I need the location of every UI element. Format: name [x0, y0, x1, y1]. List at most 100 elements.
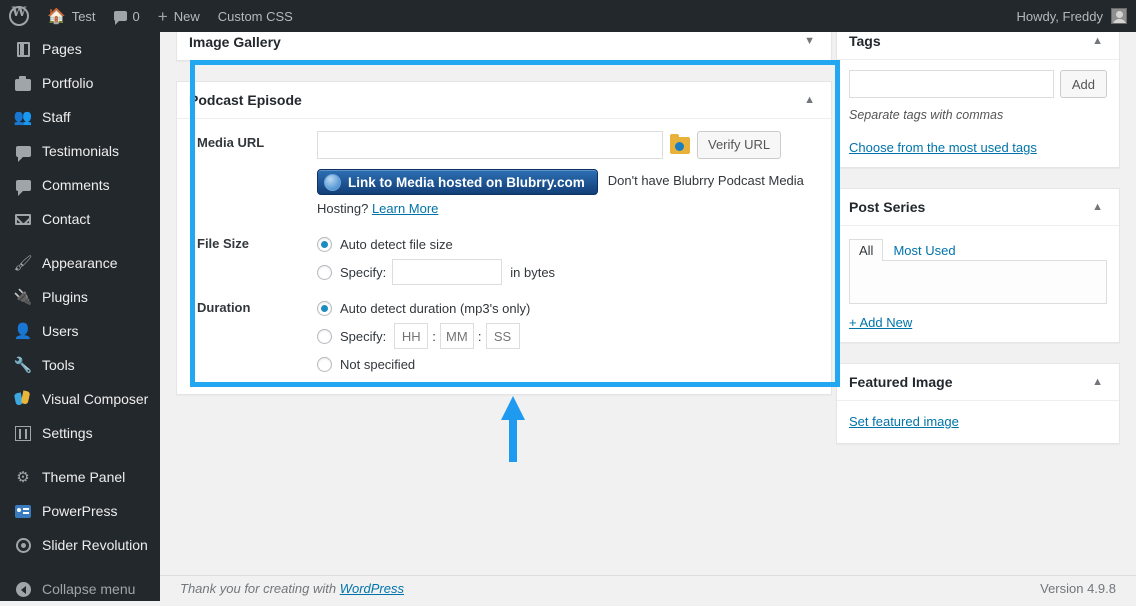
sidebar-item-label: Testimonials: [42, 143, 119, 159]
sidebar-item-users[interactable]: 👤 Users: [0, 314, 160, 348]
sidebar-item-label: Slider Revolution: [42, 537, 148, 553]
admin-bar: 🏠 Test 0 + New Custom CSS Howdy, Freddy: [0, 0, 1136, 32]
file-size-specify-label: Specify:: [340, 265, 386, 280]
file-size-input[interactable]: [392, 259, 502, 285]
radio-duration-auto[interactable]: [317, 301, 332, 316]
file-size-auto-option[interactable]: Auto detect file size: [317, 230, 831, 258]
add-new-series-link[interactable]: + Add New: [849, 315, 912, 330]
chevron-up-icon[interactable]: ▲: [1088, 198, 1107, 217]
duration-field-group: Auto detect duration (mp3's only) Specif…: [317, 294, 831, 378]
media-url-input[interactable]: [317, 131, 663, 159]
wordpress-link[interactable]: WordPress: [340, 581, 404, 596]
main-column: Image Gallery ▼ Podcast Episode ▲ Media …: [176, 32, 832, 415]
sidebar-item-label: PowerPress: [42, 503, 117, 519]
duration-not-specified-option[interactable]: Not specified: [317, 350, 831, 378]
slider-revolution-icon: [13, 535, 33, 555]
radio-file-size-auto[interactable]: [317, 237, 332, 252]
arrow-up-annotation: [498, 394, 528, 464]
sidebar-item-label: Tools: [42, 357, 75, 373]
tab-most-used[interactable]: Most Used: [883, 239, 965, 261]
sidebar-item-slider-revolution[interactable]: Slider Revolution: [0, 528, 160, 562]
duration-colon-1: :: [432, 329, 436, 344]
sidebar-item-comments[interactable]: Comments: [0, 168, 160, 202]
post-series-header[interactable]: Post Series ▲: [837, 189, 1119, 226]
footer-thanks-text: Thank you for creating with: [180, 581, 336, 596]
file-size-label: File Size: [197, 230, 317, 286]
radio-duration-not-specified[interactable]: [317, 357, 332, 372]
chevron-up-icon[interactable]: ▲: [1088, 373, 1107, 392]
sidebar-item-visual-composer[interactable]: Visual Composer: [0, 382, 160, 416]
wp-logo-menu[interactable]: [0, 0, 38, 32]
panel-tags: Tags ▲ Add Separate tags with commas Cho…: [836, 32, 1120, 168]
link-to-blubrry-media-button[interactable]: Link to Media hosted on Blubrry.com: [317, 169, 598, 195]
portfolio-icon: [13, 73, 33, 93]
image-gallery-header[interactable]: Image Gallery ▼: [177, 32, 831, 60]
sidebar-item-appearance[interactable]: 🖌 Appearance: [0, 246, 160, 280]
post-series-list-box[interactable]: [849, 260, 1107, 304]
sidebar-item-contact[interactable]: Contact: [0, 202, 160, 236]
duration-specify-label: Specify:: [340, 329, 386, 344]
tag-input[interactable]: [849, 70, 1054, 98]
home-icon: 🏠: [47, 9, 66, 24]
panel-post-series: Post Series ▲ All Most Used + Add New: [836, 188, 1120, 343]
tags-header[interactable]: Tags ▲: [837, 32, 1119, 60]
sidebar-item-plugins[interactable]: 🔌 Plugins: [0, 280, 160, 314]
my-account-menu[interactable]: Howdy, Freddy: [1008, 0, 1136, 32]
chevron-down-icon[interactable]: ▼: [800, 32, 819, 51]
sidebar-item-staff[interactable]: 👥 Staff: [0, 100, 160, 134]
set-featured-image-link[interactable]: Set featured image: [849, 414, 959, 429]
sidebar-item-testimonials[interactable]: Testimonials: [0, 134, 160, 168]
choose-most-used-tags-link[interactable]: Choose from the most used tags: [849, 140, 1037, 155]
howdy-label: Howdy, Freddy: [1017, 9, 1103, 24]
sidebar-item-label: Users: [42, 323, 79, 339]
file-size-specify-option[interactable]: Specify: in bytes: [317, 258, 831, 286]
sidebar-item-label: Collapse menu: [42, 581, 135, 597]
custom-css-menu[interactable]: Custom CSS: [209, 0, 302, 32]
duration-label: Duration: [197, 294, 317, 378]
comments-bubble-menu[interactable]: 0: [105, 0, 149, 32]
media-url-line: Verify URL: [317, 131, 831, 159]
hosting-text: Hosting?: [317, 201, 368, 216]
sidebar-item-tools[interactable]: 🔧 Tools: [0, 348, 160, 382]
duration-auto-option[interactable]: Auto detect duration (mp3's only): [317, 294, 831, 322]
tags-hint: Separate tags with commas: [849, 108, 1107, 122]
new-content-menu[interactable]: + New: [149, 0, 209, 32]
tab-all[interactable]: All: [849, 239, 883, 261]
panel-featured-image: Featured Image ▲ Set featured image: [836, 363, 1120, 444]
duration-hours-input[interactable]: [394, 323, 428, 349]
admin-sidebar-menu: Pages Portfolio 👥 Staff Testimonials Com…: [0, 32, 160, 601]
settings-icon: [13, 423, 33, 443]
blubrry-button-label: Link to Media hosted on Blubrry.com: [348, 175, 585, 190]
panel-title: Image Gallery: [189, 34, 281, 50]
menu-separator: [0, 562, 160, 572]
learn-more-link[interactable]: Learn More: [372, 201, 438, 216]
sidebar-item-pages[interactable]: Pages: [0, 32, 160, 66]
site-name-menu[interactable]: 🏠 Test: [38, 0, 105, 32]
featured-image-header[interactable]: Featured Image ▲: [837, 364, 1119, 401]
sidebar-item-label: Contact: [42, 211, 90, 227]
sidebar-item-label: Portfolio: [42, 75, 93, 91]
podcast-episode-header[interactable]: Podcast Episode ▲: [177, 82, 831, 119]
sidebar-item-settings[interactable]: Settings: [0, 416, 160, 450]
sidebar-item-label: Comments: [42, 177, 110, 193]
sidebar-item-theme-panel[interactable]: ⚙ Theme Panel: [0, 460, 160, 494]
hosting-line: Hosting? Learn More: [317, 201, 831, 216]
add-tag-button[interactable]: Add: [1060, 70, 1107, 98]
verify-url-button[interactable]: Verify URL: [697, 131, 781, 159]
media-library-icon[interactable]: [670, 137, 690, 154]
radio-duration-specify[interactable]: [317, 329, 332, 344]
sidebar-item-powerpress[interactable]: PowerPress: [0, 494, 160, 528]
comment-bubble-icon: [114, 11, 127, 21]
duration-seconds-input[interactable]: [486, 323, 520, 349]
sidebar-item-portfolio[interactable]: Portfolio: [0, 66, 160, 100]
duration-minutes-input[interactable]: [440, 323, 474, 349]
chevron-up-icon[interactable]: ▲: [1088, 32, 1107, 51]
duration-specify-option[interactable]: Specify: : :: [317, 322, 831, 350]
panel-title: Post Series: [849, 199, 925, 215]
panel-image-gallery: Image Gallery ▼: [176, 32, 832, 61]
file-size-row: File Size Auto detect file size Specify:…: [177, 216, 831, 286]
sidebar-item-label: Appearance: [42, 255, 118, 271]
sidebar-item-label: Theme Panel: [42, 469, 125, 485]
radio-file-size-specify[interactable]: [317, 265, 332, 280]
chevron-up-icon[interactable]: ▲: [800, 91, 819, 110]
